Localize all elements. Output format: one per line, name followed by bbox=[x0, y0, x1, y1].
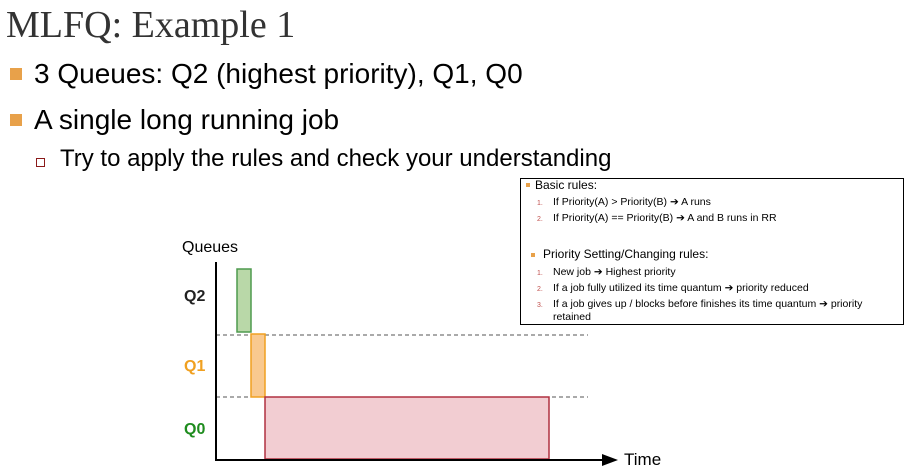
x-axis-label: Time bbox=[624, 450, 662, 469]
job-bar-q2 bbox=[236, 268, 252, 333]
queue-label-q1: Q1 bbox=[184, 358, 206, 375]
queue-label-q2: Q2 bbox=[184, 288, 206, 305]
mlfq-diagram bbox=[215, 262, 618, 466]
queue-label-q0: Q0 bbox=[184, 421, 206, 438]
job-bar-q1 bbox=[250, 333, 266, 398]
x-axis-arrow-icon bbox=[602, 454, 618, 466]
y-axis-label: Queues bbox=[182, 239, 239, 256]
job-bar-q0 bbox=[264, 396, 550, 460]
